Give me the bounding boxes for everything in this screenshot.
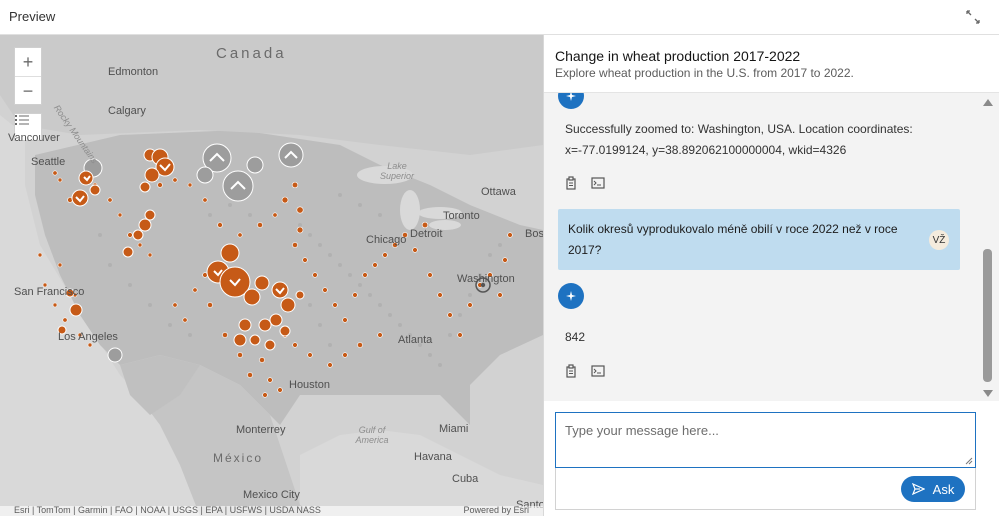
message-actions bbox=[565, 176, 607, 192]
user-message: Kolik okresů vyprodukovalo méně obilí v … bbox=[558, 209, 960, 270]
assistant-message: Successfully zoomed to: Washington, USA.… bbox=[565, 122, 913, 157]
map-label-calgary: Calgary bbox=[108, 105, 146, 117]
panel-subtitle: Explore wheat production in the U.S. fro… bbox=[555, 66, 854, 80]
user-avatar: VŽ bbox=[929, 230, 949, 250]
map-label-cuba: Cuba bbox=[452, 473, 479, 485]
map-label-houston: Houston bbox=[289, 379, 330, 391]
zoom-out-button[interactable]: − bbox=[15, 77, 41, 105]
map-label-miami: Miami bbox=[439, 423, 469, 435]
map-attribution: Esri | TomTom | Garmin | FAO | NOAA | US… bbox=[0, 505, 543, 516]
sparkle-icon bbox=[566, 291, 576, 301]
map-label-mexico-city: Mexico City bbox=[243, 489, 300, 501]
chat-history[interactable]: Successfully zoomed to: Washington, USA.… bbox=[544, 93, 976, 401]
panel-title: Change in wheat production 2017-2022 bbox=[555, 48, 801, 64]
powered-by[interactable]: Powered by Esri bbox=[463, 505, 529, 515]
ask-label: Ask bbox=[932, 481, 955, 497]
preview-title: Preview bbox=[9, 9, 56, 24]
zoom-in-button[interactable]: + bbox=[15, 48, 41, 77]
message-actions bbox=[565, 364, 607, 380]
resize-grip-icon[interactable] bbox=[965, 457, 973, 465]
map-label-gulf: Gulf of America bbox=[355, 425, 389, 445]
ask-button[interactable]: Ask bbox=[901, 476, 965, 502]
sparkle-icon bbox=[566, 93, 576, 101]
map-label-detroit: Detroit bbox=[410, 228, 443, 240]
send-row: Ask bbox=[555, 468, 976, 510]
zoom-controls: + − bbox=[14, 47, 42, 105]
map-label-toronto: Toronto bbox=[443, 210, 480, 222]
expand-icon[interactable] bbox=[965, 9, 981, 25]
map-view[interactable]: + − Canada Edmonton Calgary Rocky Mounta… bbox=[0, 35, 543, 516]
map-label-ottawa: Ottawa bbox=[481, 186, 516, 198]
assistant-avatar bbox=[558, 93, 584, 109]
map-label-edmonton: Edmonton bbox=[108, 66, 159, 78]
map-label-seattle: Seattle bbox=[31, 156, 66, 168]
user-message-text: Kolik okresů vyprodukovalo méně obilí v … bbox=[568, 222, 898, 257]
panel-header: Change in wheat production 2017-2022 Exp… bbox=[544, 35, 999, 93]
details-icon[interactable] bbox=[591, 176, 607, 192]
map-label-washington: Washington bbox=[457, 273, 515, 285]
chat-scrollbar[interactable] bbox=[976, 93, 999, 401]
map-label-havana: Havana bbox=[414, 451, 452, 463]
map-label-atlanta: Atlanta bbox=[398, 334, 433, 346]
send-icon bbox=[911, 483, 925, 495]
map-label-chicago: Chicago bbox=[366, 234, 407, 246]
assistant-answer: 842 bbox=[565, 330, 586, 344]
message-input[interactable] bbox=[556, 413, 975, 467]
map-label-boston: Bos bbox=[525, 228, 543, 240]
map-label-vancouver: Vancouver bbox=[8, 132, 60, 144]
map-label-canada: Canada bbox=[216, 45, 287, 62]
scroll-up-icon[interactable] bbox=[983, 99, 993, 106]
assistant-panel: Change in wheat production 2017-2022 Exp… bbox=[543, 35, 999, 516]
map-label-monterrey: Monterrey bbox=[236, 424, 286, 436]
details-icon[interactable] bbox=[591, 364, 607, 380]
preview-header: Preview bbox=[0, 0, 999, 35]
copy-icon[interactable] bbox=[565, 364, 581, 380]
attribution-text[interactable]: Esri | TomTom | Garmin | FAO | NOAA | US… bbox=[14, 505, 321, 515]
map-label-lake-superior: Lake Superior bbox=[380, 161, 415, 181]
copy-icon[interactable] bbox=[565, 176, 581, 192]
message-input-box bbox=[555, 412, 976, 468]
list-icon bbox=[15, 115, 29, 125]
scroll-thumb[interactable] bbox=[983, 249, 992, 382]
scroll-down-icon[interactable] bbox=[983, 390, 993, 397]
assistant-avatar bbox=[558, 283, 584, 309]
map-label-los-angeles: Los Angeles bbox=[58, 331, 118, 343]
map-label-san-francisco: San Francisco bbox=[14, 286, 85, 298]
map-label-mexico: México bbox=[213, 451, 264, 465]
